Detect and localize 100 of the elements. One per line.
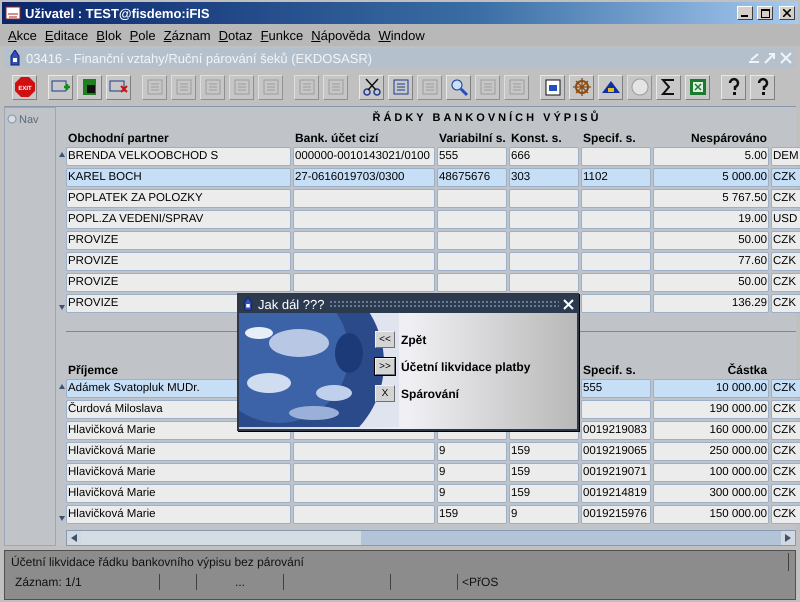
option-label: Zpět [401,332,426,346]
scroll-up-icon[interactable] [59,151,65,157]
status-message: Účetní likvidace řádku bankovního výpisu bez párování [11,553,789,571]
table-cell: 27-0616019703/0300 [293,168,435,187]
table-cell: 9 [437,463,507,482]
toolbar-button[interactable] [48,74,73,100]
scroll-up-icon[interactable] [59,383,65,389]
maximize-icon [760,8,770,18]
window-title: Uživatel : TEST@fisdemo:iFIS [25,6,211,20]
table-cell: 159 [509,442,579,461]
horizontal-scrollbar[interactable] [66,530,796,546]
section-title: ŘÁDKY BANKOVNÍCH VÝPISŮ [372,112,602,124]
tower-icon [242,297,254,311]
table-cell: 19.00 [653,210,769,229]
scroll-down-icon[interactable] [59,305,65,311]
table-cell: 159 [437,505,507,524]
scroll-down-icon[interactable] [59,516,65,522]
nav-label: Nav [19,114,39,126]
menu-item[interactable]: Window [374,28,429,42]
table-cell [437,210,507,229]
tower-icon [8,50,22,66]
maximize-button[interactable] [757,6,773,20]
menu-item[interactable]: Funkce [256,28,308,42]
table-cell: CZK [771,463,800,482]
table-cell: Hlavičková Marie [66,442,291,461]
table-cell [509,210,579,229]
table-cell: Hlavičková Marie [66,463,291,482]
table-cell: 0019219065 [581,442,651,461]
option-button[interactable]: << [375,331,395,348]
column-header: Variabilní s. [438,131,507,145]
scroll-left-icon[interactable] [71,534,77,542]
table-cell: 0019215976 [581,505,651,524]
scroll-right-icon[interactable] [785,534,791,542]
close-button[interactable] [779,6,795,20]
form-title: 03416 - Finanční vztahy/Ruční párování šeků (EKDOSASR) [26,50,374,66]
table-cell: 160 000.00 [653,421,769,440]
clock-icon [628,76,650,98]
column-header: Nespárováno [690,131,768,145]
toolbar-button[interactable] [446,74,471,100]
option-button[interactable]: X [375,385,395,402]
table-cell: 150 000.00 [653,505,769,524]
menu-item[interactable]: Dotaz [214,28,257,42]
column-header: Konst. s. [510,131,563,145]
table-cell: USD [771,210,800,229]
app-icon [5,5,21,21]
table-cell: 303 [509,168,579,187]
table-cell: 300 000.00 [653,484,769,503]
table-cell: 48675676 [437,168,507,187]
option-label: Spárování [401,386,460,400]
table-cell: 0019214819 [581,484,651,503]
table-cell [581,231,651,250]
table-cell: 10 000.00 [653,379,769,398]
column-header: Specif. s. [582,131,637,145]
toolbar-button[interactable] [359,74,384,100]
toolbar-button[interactable] [106,74,131,100]
status-field: ... [234,575,245,589]
table-cell [509,273,579,292]
table-cell: CZK [771,273,800,292]
menu-item[interactable]: Editace [40,28,92,42]
toolbar-button[interactable] [77,74,102,100]
menu-item[interactable]: Akce [4,28,41,42]
table-cell: 0019219071 [581,463,651,482]
toolbar-button[interactable] [750,74,775,100]
table-cell: CZK [771,189,800,208]
table-cell: DEM [771,147,800,166]
table-cell: PROVIZE [66,231,291,250]
radio-icon[interactable] [7,114,17,124]
table-cell: 9 [437,442,507,461]
table-cell: 5 000.00 [653,168,769,187]
toolbar-button[interactable] [656,74,681,100]
table-cell: POPLATEK ZA POLOZKY [66,189,291,208]
table-cell: PROVIZE [66,273,291,292]
table-cell: 5 767.50 [653,189,769,208]
table-cell [581,273,651,292]
table-cell [509,252,579,271]
table-cell: 250 000.00 [653,442,769,461]
minimize-button[interactable] [737,6,753,20]
toolbar-button[interactable] [598,74,623,100]
table-cell: 9 [437,484,507,503]
record-counter: Záznam: 1/1 [15,575,82,589]
option-button[interactable]: >> [375,358,395,375]
table-cell: CZK [771,421,800,440]
table-cell: Hlavičková Marie [66,505,291,524]
toolbar-button[interactable] [388,74,413,100]
menu-item[interactable]: Pole [126,28,160,42]
table-cell: 000000-0010143021/0100 [293,147,435,166]
table-cell: CZK [771,505,800,524]
table-cell: KAREL BOCH [66,168,291,187]
table-cell: Hlavičková Marie [66,484,291,503]
table-cell [437,231,507,250]
toolbar-button[interactable] [540,74,565,100]
toolbar-button[interactable] [721,74,746,100]
table-cell: CZK [771,294,800,313]
table-cell: CZK [771,379,800,398]
table-cell: 136.29 [653,294,769,313]
menu-item[interactable]: Záznam [160,28,215,42]
menu-item[interactable]: Blok [92,28,126,42]
table-cell: CZK [771,484,800,503]
table-cell: CZK [771,442,800,461]
menu-item[interactable]: Nápověda [307,28,374,42]
